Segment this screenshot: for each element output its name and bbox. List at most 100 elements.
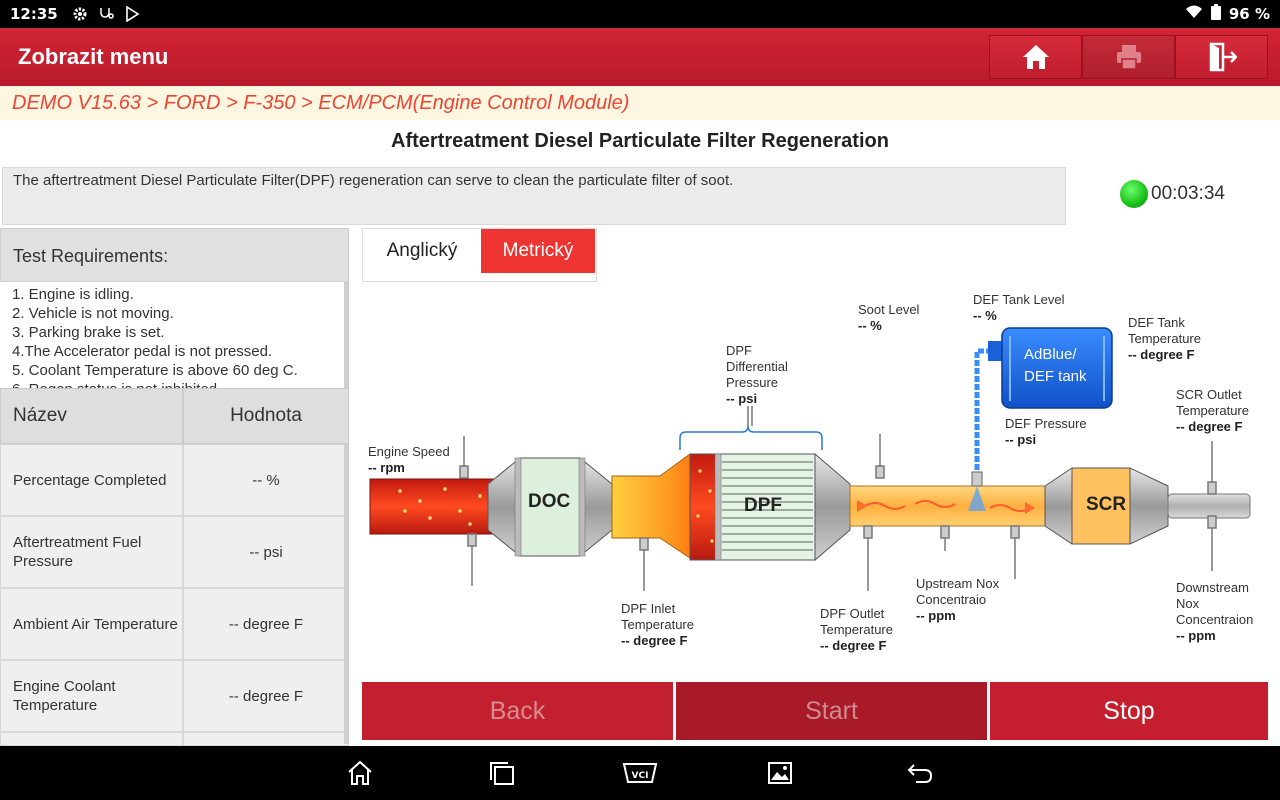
soot-level-value: -- % [858,318,882,333]
wifi-icon [1185,5,1203,23]
table-scrollbar[interactable] [344,444,349,744]
battery-icon [1210,4,1221,24]
engine-speed-readout: Engine Speed -- rpm [368,444,478,476]
downstream-nox-value: -- ppm [1176,628,1216,643]
stop-button[interactable]: Stop [990,682,1268,740]
upstream-nox-readout: Upstream Nox Concentraio -- ppm [916,576,1016,624]
print-icon [1116,45,1141,70]
requirement-item: 1. Engine is idling. [12,286,134,303]
page-title: Aftertreatment Diesel Particulate Filter… [391,130,889,152]
dpf-diff-pressure-label: DPF Differential Pressure [726,343,788,390]
requirement-item: 2. Vehicle is not moving. [12,305,174,322]
def-tank-temp-readout: DEF Tank Temperature -- degree F [1128,315,1218,363]
row-value: -- % [183,444,349,516]
exit-button[interactable] [1175,35,1268,79]
upstream-nox-label: Upstream Nox Concentraio [916,576,1000,607]
engine-speed-label: Engine Speed [368,444,450,459]
table-row[interactable]: Ambient Air Temperature -- degree F [0,588,349,660]
recents-icon [490,762,514,785]
timer: 00:03:34 [1120,180,1225,208]
requirement-item: 3. Parking brake is set. [12,324,165,341]
def-tank-level-value: -- % [973,308,997,323]
dpf-inlet-temp-readout: DPF Inlet Temperature -- degree F [621,601,716,649]
def-pressure-readout: DEF Pressure -- psi [1005,416,1105,448]
table-header: Název Hodnota [0,388,349,444]
column-value: Hodnota [183,388,349,444]
downstream-nox-readout: Downstream Nox Concentraion -- ppm [1176,580,1266,644]
requirement-item: 5. Coolant Temperature is above 60 deg C… [12,362,298,379]
dpf-diff-pressure-value: -- psi [726,391,758,406]
status-bar: 12:35 96 % [0,0,1280,28]
row-value: -- degree F [183,660,349,732]
dpf-outlet-temp-value: -- degree F [820,638,887,653]
home-button[interactable] [989,35,1082,79]
def-tank-level-readout: DEF Tank Level -- % [973,292,1083,324]
metric-units-button[interactable]: Metrický [481,229,595,273]
battery-level: 96 % [1228,5,1270,23]
downstream-nox-label: Downstream Nox Concentraion [1176,580,1254,627]
navigation-bar: VCI [0,746,1280,800]
table-row[interactable]: Aftertreatment Fuel Pressure -- psi [0,516,349,588]
column-name: Název [0,388,183,444]
vci-icon: VCI [622,763,658,783]
row-name: Aftertreatment Fuel Pressure [0,516,183,588]
description-text: The aftertreatment Diesel Particulate Fi… [13,172,734,189]
table-row[interactable]: Engine Coolant Temperature -- degree F [0,660,349,732]
def-tank-temp-label: DEF Tank Temperature [1128,315,1201,346]
row-name [0,732,183,746]
unit-toggle: Anglický Metrický [362,228,597,282]
back-icon [907,764,933,783]
status-led-icon [1120,180,1148,208]
engine-speed-value: -- rpm [368,460,405,475]
settings-icon [72,6,88,22]
row-name: Engine Coolant Temperature [0,660,183,732]
timer-value: 00:03:34 [1151,183,1225,204]
requirements-list[interactable]: 1. Engine is idling. 2. Vehicle is not m… [0,282,349,388]
upstream-nox-value: -- ppm [916,608,956,623]
app-header: Zobrazit menu [0,28,1280,86]
requirements-title: Test Requirements: [0,228,349,282]
nav-home-button[interactable] [340,758,380,788]
clock: 12:35 [10,5,58,23]
dpf-inlet-temp-value: -- degree F [621,633,688,648]
menu-title[interactable]: Zobrazit menu [18,44,168,70]
aftertreatment-diagram: DOC DPF SCR AdBlue/ DEF tank Engine Spee… [360,286,1270,681]
row-value [183,732,349,746]
soot-level-label: Soot Level [858,302,920,317]
stethoscope-icon [98,6,114,22]
nav-vci-button[interactable]: VCI [620,758,660,788]
row-name: Percentage Completed [0,444,183,516]
def-tank-line2: DEF tank [1024,368,1087,385]
def-tank-level-label: DEF Tank Level [973,292,1065,307]
home-icon [1022,45,1049,69]
nav-recents-button[interactable] [481,758,521,788]
scr-outlet-temp-label: SCR Outlet Temperature [1176,387,1249,418]
dpf-label: DPF [744,495,782,516]
exit-icon [1209,42,1237,72]
breadcrumb: DEMO V15.63 > FORD > F-350 > ECM/PCM(Eng… [0,86,1280,120]
def-tank-temp-value: -- degree F [1128,347,1195,362]
def-tank-line1: AdBlue/ [1024,346,1077,363]
english-units-button[interactable]: Anglický [363,229,481,273]
row-name: Ambient Air Temperature [0,588,183,660]
dpf-outlet-temp-readout: DPF Outlet Temperature -- degree F [820,606,915,654]
def-pressure-label: DEF Pressure [1005,416,1087,431]
def-pressure-value: -- psi [1005,432,1037,447]
dpf-diff-pressure-readout: DPF Differential Pressure -- psi [726,343,806,407]
requirement-item: 4.The Accelerator pedal is not pressed. [12,343,273,360]
dpf-outlet-temp-label: DPF Outlet Temperature [820,606,893,637]
table-row[interactable] [0,732,349,746]
requirement-item: 6. Regen status is not inhibited. [12,380,332,388]
scr-outlet-temp-readout: SCR Outlet Temperature -- degree F [1176,387,1266,435]
nav-back-button[interactable] [900,758,940,788]
home-icon [348,760,372,785]
start-button[interactable]: Start [676,682,987,740]
print-button[interactable] [1082,35,1175,79]
table-row[interactable]: Percentage Completed -- % [0,444,349,516]
back-button[interactable]: Back [362,682,673,740]
doc-label: DOC [528,491,571,512]
nav-gallery-button[interactable] [760,758,800,788]
gallery-icon [768,762,792,784]
row-value: -- psi [183,516,349,588]
scr-label: SCR [1086,494,1127,515]
